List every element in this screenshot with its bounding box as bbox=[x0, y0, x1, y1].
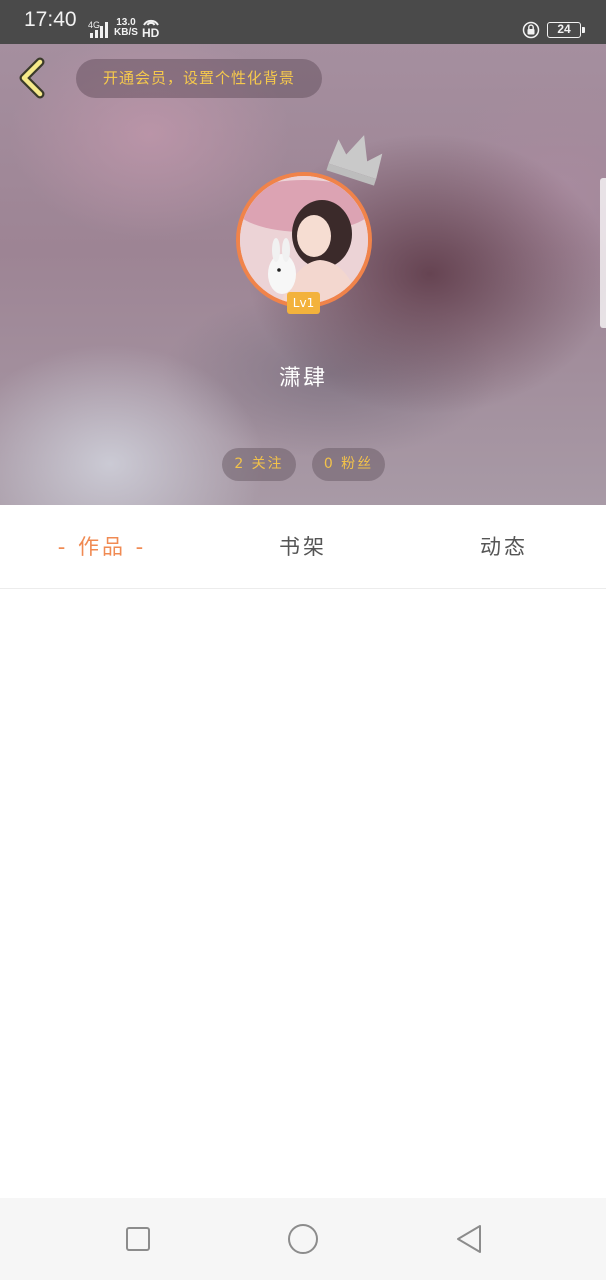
signal-icon bbox=[90, 22, 110, 38]
network-speed-unit: KB/S bbox=[114, 27, 138, 38]
following-count-button[interactable]: 2 关注 bbox=[222, 448, 296, 481]
triangle-back-icon bbox=[457, 1225, 481, 1253]
home-button[interactable] bbox=[286, 1222, 320, 1256]
vip-banner[interactable]: 开通会员，设置个性化背景 bbox=[76, 59, 322, 98]
profile-tabs: - 作品 - 书架 动态 bbox=[0, 505, 606, 589]
avatar-image bbox=[240, 176, 368, 304]
hd-icon: HD bbox=[142, 19, 160, 40]
profile-header: 开通会员，设置个性化背景 Lv1 潇肆 2 关注 0 粉丝 bbox=[0, 44, 606, 505]
tab-activity[interactable]: 动态 bbox=[442, 505, 566, 589]
hd-label: HD bbox=[142, 26, 160, 40]
square-icon bbox=[126, 1227, 150, 1251]
battery-icon: 24 bbox=[547, 22, 585, 38]
recent-apps-button[interactable] bbox=[121, 1222, 155, 1256]
works-content-area bbox=[0, 590, 606, 1200]
avatar[interactable] bbox=[236, 172, 372, 308]
battery-level: 24 bbox=[557, 22, 571, 36]
scrollbar[interactable] bbox=[600, 178, 606, 328]
network-speed: 13.0 KB/S bbox=[114, 18, 138, 38]
status-bar: 17:40 4G 13.0 KB/S HD 24 bbox=[0, 0, 606, 44]
circle-icon bbox=[288, 1224, 318, 1254]
level-badge: Lv1 bbox=[287, 292, 320, 314]
rotation-lock-icon bbox=[522, 21, 540, 39]
status-time: 17:40 bbox=[24, 8, 77, 31]
tab-bookshelf[interactable]: 书架 bbox=[241, 505, 365, 589]
system-back-button[interactable] bbox=[452, 1222, 486, 1256]
fans-count-button[interactable]: 0 粉丝 bbox=[312, 448, 385, 481]
username: 潇肆 bbox=[278, 366, 327, 391]
system-nav-bar bbox=[0, 1198, 606, 1280]
tab-works[interactable]: - 作品 - bbox=[40, 505, 164, 589]
back-button[interactable] bbox=[14, 56, 50, 100]
